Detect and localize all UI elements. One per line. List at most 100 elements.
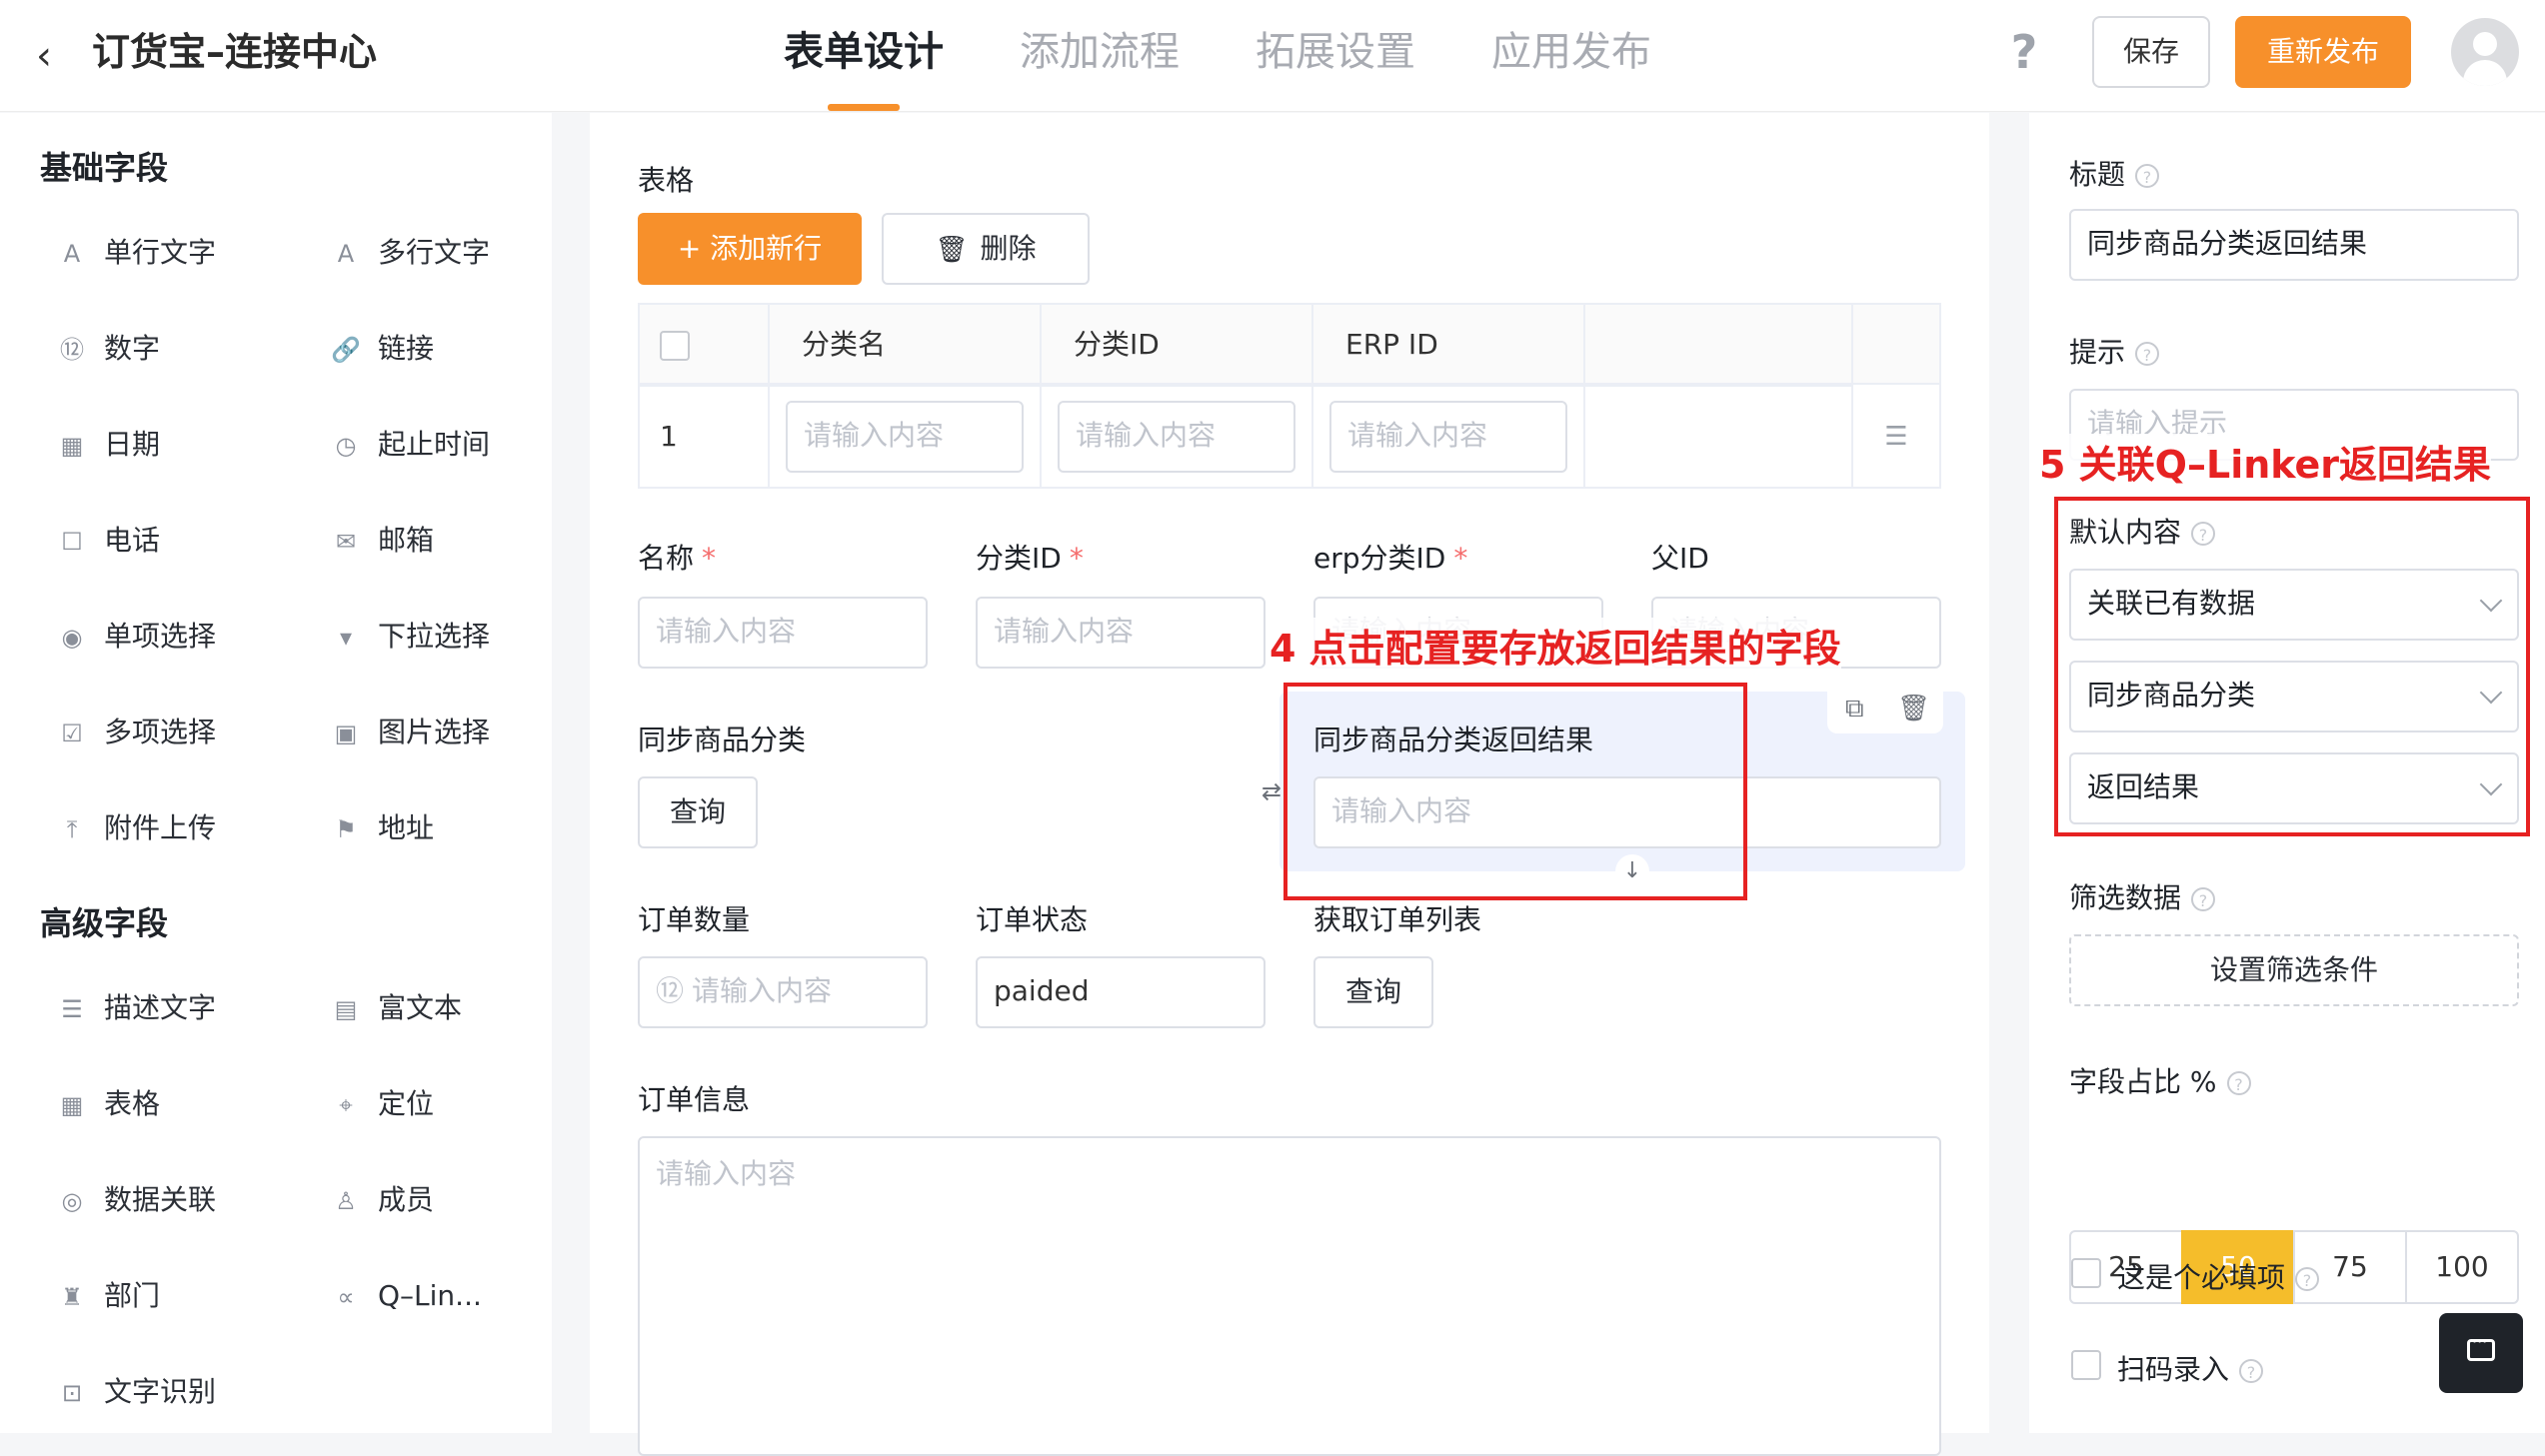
checkbox-icon: ☑ (61, 720, 83, 747)
tab-add-flow[interactable]: 添加流程 (1020, 22, 1180, 82)
cell-category-id: 请输入内容 (1042, 387, 1313, 489)
get-order-list-button[interactable]: 查询 (1313, 956, 1433, 1028)
scan-checkbox[interactable] (2071, 1350, 2101, 1380)
help-icon[interactable]: ? (1997, 22, 2051, 82)
palette-item[interactable]: ☑ 多项选择 (54, 703, 314, 762)
palette-item[interactable]: ◎ 数据关联 (54, 1170, 314, 1230)
republish-button[interactable]: 重新发布 (2235, 16, 2411, 88)
trash-icon[interactable]: 🗑 (1897, 694, 1930, 724)
category-name-input[interactable]: 请输入内容 (786, 401, 1024, 473)
palette-item[interactable]: ♙ 成员 (328, 1170, 588, 1230)
palette-item[interactable]: ⑫ 数字 (54, 319, 314, 379)
palette-item[interactable]: ▦ 日期 (54, 415, 314, 475)
image-icon: ▣ (334, 720, 358, 747)
chat-support-button[interactable] (2439, 1313, 2523, 1393)
add-row-button[interactable]: + 添加新行 (638, 213, 862, 285)
table-icon: ▦ (60, 1091, 84, 1119)
select-all-checkbox[interactable] (660, 331, 690, 361)
palette-item-label: 多行文字 (378, 236, 491, 269)
cell-erp-id: 请输入内容 (1313, 387, 1585, 489)
field-palette: 基础字段 A 单行文字 A 多行文字 ⑫ 数字 🔗 链接 ▦ 日期 ◷ 起止时间 ☐ 电话 ✉ 邮箱 ◉ 单项选择… (0, 113, 552, 1433)
palette-item-label: 富文本 (378, 991, 463, 1024)
palette-item-label: 成员 (378, 1183, 435, 1216)
order-status-input[interactable]: paided (976, 956, 1266, 1028)
palette-item-label: 单项选择 (104, 620, 217, 653)
title-input[interactable]: 同步商品分类返回结果 (2069, 209, 2519, 281)
sync-category-label: 同步商品分类 (638, 724, 807, 756)
avatar[interactable] (2451, 18, 2519, 86)
save-button[interactable]: 保存 (2092, 16, 2210, 88)
erp-id-input[interactable]: 请输入内容 (1329, 401, 1567, 473)
annotation-box-step4 (1283, 683, 1747, 900)
sync-category-query-button[interactable]: 查询 (638, 776, 758, 848)
palette-item-label: 数字 (104, 332, 161, 365)
tab-app-publish[interactable]: 应用发布 (1491, 22, 1651, 82)
palette-item[interactable]: A 单行文字 (54, 223, 314, 283)
field-ratio-label: 字段占比 %? (2069, 1060, 2251, 1100)
tab-extension-settings[interactable]: 拓展设置 (1256, 22, 1415, 82)
order-qty-input[interactable]: ⑫ 请输入内容 (638, 956, 928, 1028)
palette-item[interactable]: ✉ 邮箱 (328, 511, 588, 571)
palette-item[interactable]: ∝ Q–Lin... (328, 1266, 588, 1326)
tab-form-design[interactable]: 表单设计 (784, 22, 944, 82)
row-menu-icon[interactable]: ☰ (1853, 387, 1939, 489)
date-range-icon: ◷ (335, 432, 357, 460)
copy-icon[interactable]: ⧉ (1845, 694, 1864, 725)
field-actions: ⧉ 🗑 (1827, 690, 1943, 733)
drag-handle-icon[interactable]: ⇄ (1262, 777, 1281, 805)
order-info-label: 订单信息 (638, 1083, 751, 1116)
palette-item[interactable]: ☰ 描述文字 (54, 978, 314, 1038)
palette-item[interactable]: ⌖ 定位 (328, 1074, 588, 1134)
mail-icon: ✉ (335, 528, 357, 556)
org-chart-icon: ♜ (61, 1283, 83, 1311)
palette-item[interactable]: ▤ 富文本 (328, 978, 588, 1038)
palette-item[interactable]: ⤒ 附件上传 (54, 798, 314, 858)
annotation-step4: 4 点击配置要存放返回结果的字段 (1270, 618, 1841, 673)
back-arrow-icon[interactable]: ‹ (36, 32, 76, 80)
order-info-textarea[interactable]: 请输入内容 (638, 1136, 1941, 1456)
palette-item-label: 起止时间 (378, 428, 491, 461)
annotation-box-step5 (2054, 497, 2530, 836)
palette-item-label: 电话 (104, 524, 161, 557)
palette-item[interactable]: ⚑ 地址 (328, 798, 588, 858)
palette-item[interactable]: ▾ 下拉选择 (328, 607, 588, 667)
question-icon: ? (2295, 1267, 2320, 1291)
palette-item-label: 地址 (378, 811, 435, 844)
palette-item-label: 单行文字 (104, 236, 217, 269)
ratio-option-100[interactable]: 100 (2405, 1230, 2519, 1304)
palette-item-label: 数据关联 (104, 1183, 217, 1216)
palette-item[interactable]: ◉ 单项选择 (54, 607, 314, 667)
signpost-icon: ⚑ (335, 815, 357, 843)
basic-fields-title: 基础字段 (40, 149, 169, 187)
palette-item[interactable]: ☐ 电话 (54, 511, 314, 571)
name-label: 名称 * (638, 542, 717, 575)
palette-item-label: 链接 (378, 332, 435, 365)
name-input[interactable]: 请输入内容 (638, 597, 928, 669)
palette-item-label: 定位 (378, 1087, 435, 1120)
question-icon: ? (2135, 342, 2160, 366)
palette-item[interactable]: ▣ 图片选择 (328, 703, 588, 762)
rich-text-icon: ▤ (334, 995, 358, 1023)
parent-id-label: 父ID (1651, 542, 1709, 575)
palette-item[interactable]: 🔗 链接 (328, 319, 588, 379)
category-id-field[interactable]: 请输入内容 (976, 597, 1266, 669)
share-nodes-icon: ∝ (337, 1283, 355, 1311)
palette-item[interactable]: ▦ 表格 (54, 1074, 314, 1134)
number-icon: ⑫ (656, 974, 685, 1007)
palette-item[interactable]: ⊡ 文字识别 (54, 1362, 314, 1422)
palette-item-label: 部门 (104, 1279, 161, 1312)
set-filter-button[interactable]: 设置筛选条件 (2069, 934, 2519, 1006)
link-icon: 🔗 (331, 336, 361, 364)
palette-item[interactable]: ◷ 起止时间 (328, 415, 588, 475)
active-tab-indicator (828, 104, 900, 111)
required-checkbox[interactable] (2071, 1258, 2101, 1288)
palette-item[interactable]: ♜ 部门 (54, 1266, 314, 1326)
question-icon: ? (2135, 164, 2160, 188)
category-id-input[interactable]: 请输入内容 (1058, 401, 1295, 473)
palette-item-label: 多项选择 (104, 716, 217, 748)
palette-item[interactable]: A 多行文字 (328, 223, 588, 283)
number-icon: ⑫ (60, 336, 84, 364)
palette-item-label: 日期 (104, 428, 161, 461)
palette-item-label: 下拉选择 (378, 620, 491, 653)
delete-button[interactable]: 🗑 删除 (882, 213, 1090, 285)
